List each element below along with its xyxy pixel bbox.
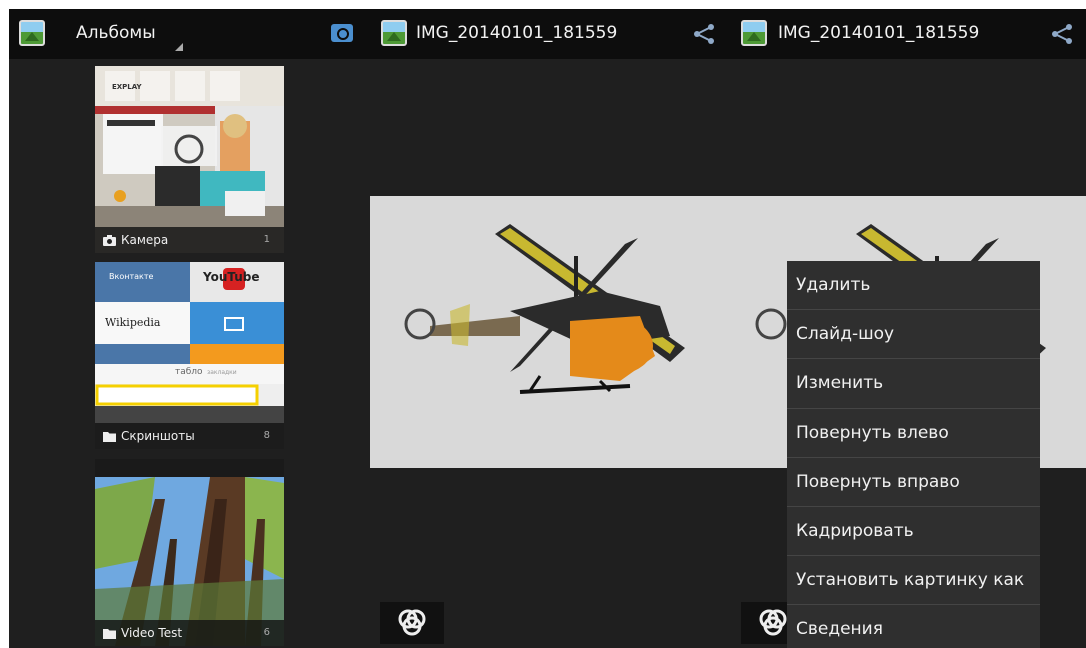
- menu-item-rotate-right[interactable]: Повернуть вправо: [787, 458, 1040, 507]
- album-label: Скриншоты: [95, 423, 284, 449]
- album-name: Video Test: [121, 626, 183, 640]
- album-label: Камера: [95, 227, 284, 253]
- effects-button[interactable]: [380, 602, 444, 644]
- action-bar: IMG_20140101_181559: [369, 9, 731, 59]
- spinner-indicator-icon: [175, 43, 183, 51]
- gallery-app-icon[interactable]: [19, 20, 45, 46]
- album-count: 6: [263, 627, 270, 638]
- wikipedia-tile-label: Wikipedia: [105, 316, 161, 329]
- album-count: 1: [263, 234, 270, 245]
- explay-brand-label: EXPLAY: [112, 83, 142, 91]
- album-thumbnail: [95, 66, 284, 253]
- menu-item-details[interactable]: Сведения: [787, 605, 1040, 648]
- filter-circles-icon: [398, 609, 426, 636]
- gallery-app-icon[interactable]: [381, 20, 407, 46]
- albums-screen: Альбомы Камера 1 Вконтакте YouTube Wikip…: [9, 9, 369, 648]
- overflow-menu: Удалить Слайд-шоу Изменить Повернуть вле…: [787, 261, 1040, 648]
- photo-screen: IMG_20140101_181559: [369, 9, 731, 648]
- action-bar: Альбомы: [9, 9, 369, 59]
- album-name: Скриншоты: [121, 429, 195, 443]
- tablo-label: табло: [175, 367, 203, 377]
- album-camera[interactable]: Камера 1: [95, 66, 284, 253]
- album-label: Video Test: [95, 620, 284, 646]
- photo-image[interactable]: [370, 196, 731, 468]
- albums-spinner-title[interactable]: Альбомы: [76, 23, 156, 43]
- bookmarks-label: закладки: [207, 369, 237, 376]
- photo-menu-screen: IMG_20140101_181559 Удалить Слайд-шоу Из…: [731, 9, 1086, 648]
- menu-item-delete[interactable]: Удалить: [787, 261, 1040, 311]
- camera-small-icon: [103, 235, 116, 246]
- menu-item-edit[interactable]: Изменить: [787, 359, 1040, 409]
- helicopter-photo: [370, 196, 731, 468]
- album-name: Камера: [121, 233, 169, 247]
- vk-tile-label: Вконтакте: [109, 272, 154, 281]
- share-icon[interactable]: [691, 22, 717, 46]
- menu-item-rotate-left[interactable]: Повернуть влево: [787, 409, 1040, 458]
- camera-icon[interactable]: [331, 24, 353, 42]
- album-count: 8: [263, 430, 270, 441]
- album-thumbnail: [95, 262, 284, 449]
- photo-title: IMG_20140101_181559: [416, 23, 618, 43]
- gallery-app-icon[interactable]: [741, 20, 767, 46]
- youtube-tile-label: YouTube: [203, 270, 260, 284]
- folder-icon: [103, 432, 116, 442]
- folder-icon: [103, 629, 116, 639]
- album-screenshots[interactable]: Вконтакте YouTube Wikipedia табло заклад…: [95, 262, 284, 449]
- action-bar: IMG_20140101_181559: [731, 9, 1086, 59]
- menu-item-slideshow[interactable]: Слайд-шоу: [787, 310, 1040, 360]
- album-video-test[interactable]: Video Test 6: [95, 459, 284, 646]
- menu-item-crop[interactable]: Кадрировать: [787, 507, 1040, 557]
- album-thumbnail: [95, 459, 284, 646]
- share-icon[interactable]: [1049, 22, 1075, 46]
- menu-item-set-picture-as[interactable]: Установить картинку как: [787, 556, 1040, 606]
- photo-title: IMG_20140101_181559: [778, 23, 980, 43]
